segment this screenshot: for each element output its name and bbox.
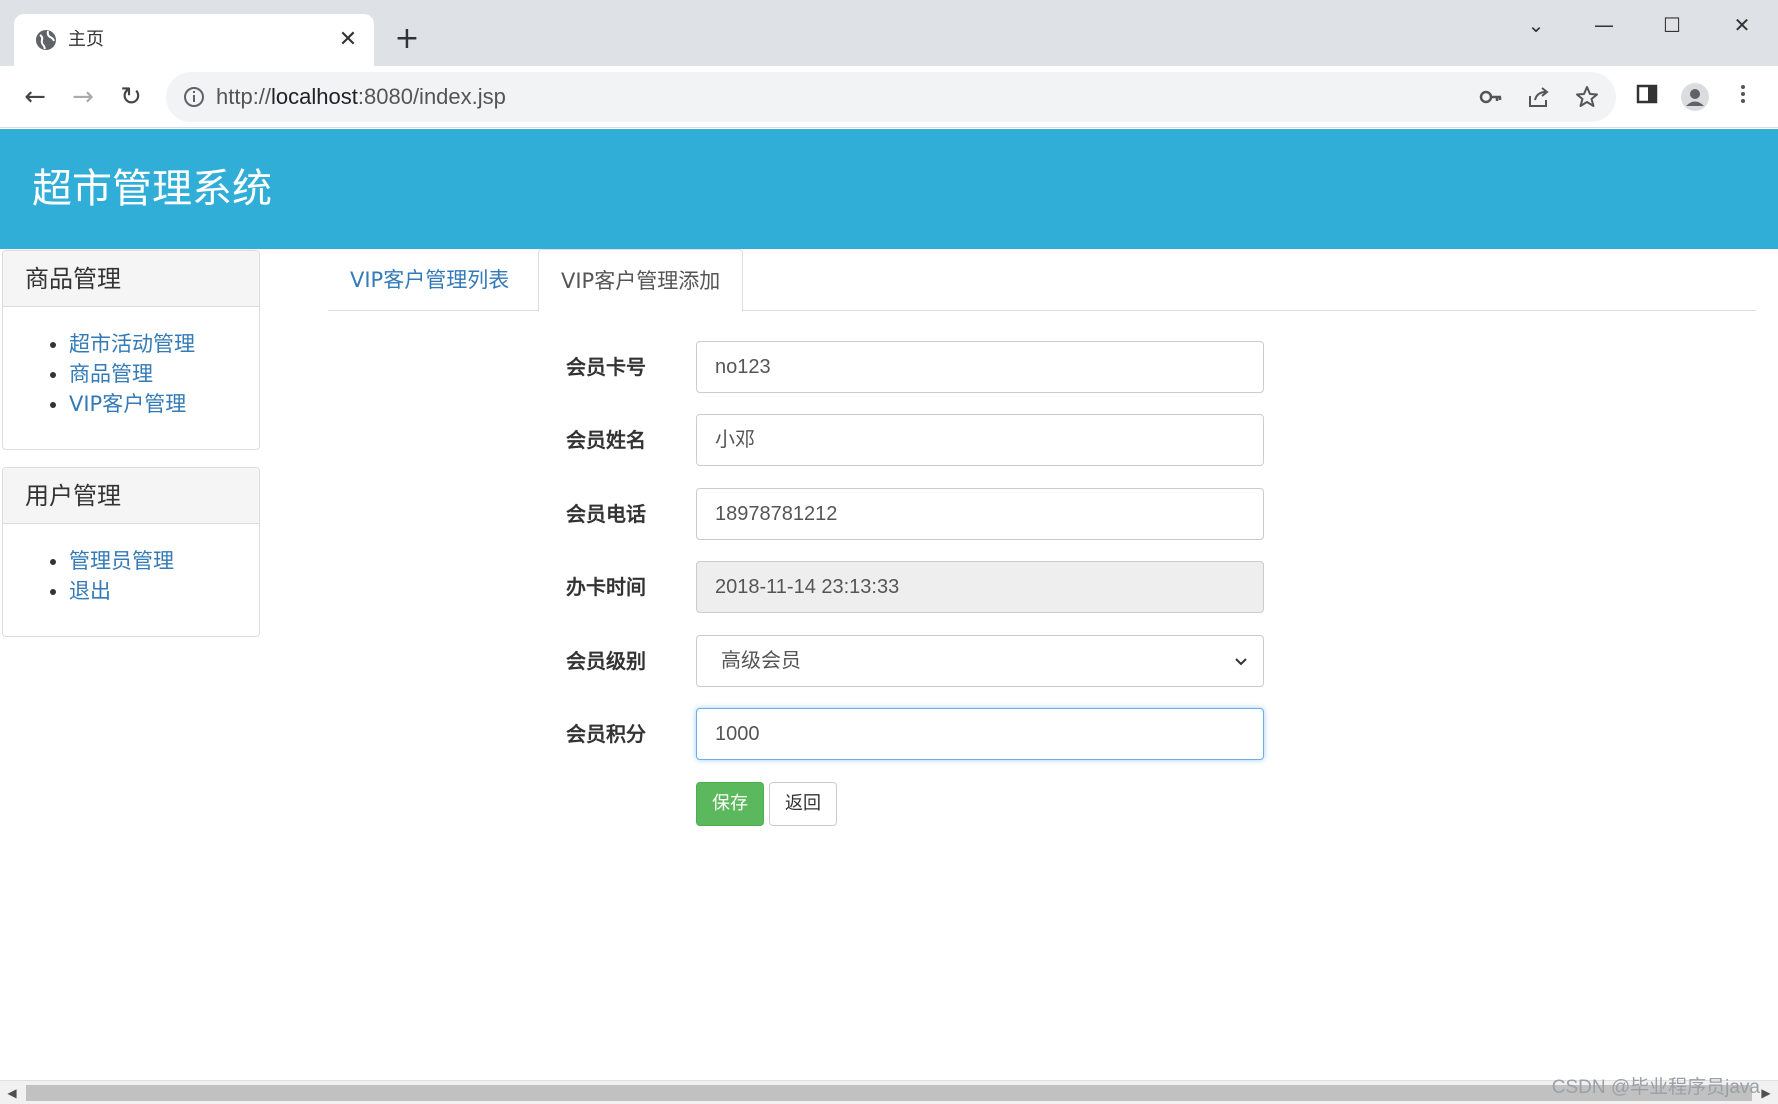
issue-time-input: 2018-11-14 23:13:33 — [696, 561, 1264, 613]
sidebar-link-activities[interactable]: 超市活动管理 — [69, 332, 195, 356]
browser-tab[interactable]: 主页 ✕ — [14, 14, 374, 66]
new-tab-button[interactable]: + — [392, 24, 422, 54]
scrollbar-thumb[interactable] — [26, 1085, 1752, 1101]
panel-heading: 用户管理 — [3, 468, 259, 524]
phone-label: 会员电话 — [566, 502, 646, 526]
name-label: 会员姓名 — [566, 428, 646, 452]
share-icon[interactable] — [1526, 84, 1552, 110]
tab-vip-add[interactable]: VIP客户管理添加 — [538, 249, 744, 312]
form-row-card-no: 会员卡号 no123 — [566, 341, 1266, 393]
back-button[interactable]: 返回 — [769, 782, 837, 826]
url-text: http://localhost:8080/index.jsp — [216, 84, 506, 109]
sidebar-link-goods[interactable]: 商品管理 — [69, 362, 153, 386]
back-icon[interactable]: ← — [18, 80, 52, 114]
minimize-button[interactable]: — — [1584, 10, 1624, 40]
form-row-issue-time: 办卡时间 2018-11-14 23:13:33 — [566, 561, 1266, 613]
browser-titlebar: 主页 ✕ + ⌄ — ☐ ✕ — [0, 0, 1778, 66]
form-row-phone: 会员电话 18978781212 — [566, 488, 1266, 540]
tab-vip-list[interactable]: VIP客户管理列表 — [328, 249, 531, 311]
tab-search-icon[interactable]: ⌄ — [1516, 10, 1556, 40]
horizontal-scrollbar[interactable]: ◀ ▶ — [0, 1080, 1778, 1104]
profile-icon[interactable] — [1680, 82, 1710, 112]
forward-icon[interactable]: → — [66, 80, 100, 114]
name-input[interactable]: 小邓 — [696, 414, 1264, 466]
sidebar-link-admins[interactable]: 管理员管理 — [69, 549, 174, 573]
tab-close-icon[interactable]: ✕ — [336, 28, 360, 52]
list-item: 超市活动管理 — [69, 329, 259, 359]
level-label: 会员级别 — [566, 649, 646, 673]
app-header: 超市管理系统 — [0, 129, 1778, 249]
tab-title: 主页 — [68, 29, 104, 50]
sidebar-link-logout[interactable]: 退出 — [69, 579, 111, 603]
phone-input[interactable]: 18978781212 — [696, 488, 1264, 540]
info-icon[interactable] — [182, 85, 206, 109]
sidebar-panel-goods: 商品管理 超市活动管理 商品管理 VIP客户管理 — [2, 250, 260, 450]
card-no-input[interactable]: no123 — [696, 341, 1264, 393]
points-label: 会员积分 — [566, 722, 646, 746]
reload-icon[interactable]: ↻ — [114, 80, 148, 114]
key-icon[interactable] — [1478, 84, 1504, 110]
points-input[interactable]: 1000 — [696, 708, 1264, 760]
globe-icon — [34, 28, 58, 52]
address-bar[interactable]: http://localhost:8080/index.jsp — [166, 72, 1616, 122]
close-window-button[interactable]: ✕ — [1722, 10, 1762, 40]
sidebar-link-vip[interactable]: VIP客户管理 — [69, 392, 186, 416]
issue-time-label: 办卡时间 — [566, 575, 646, 599]
menu-icon[interactable] — [1728, 82, 1758, 112]
panel-body: 超市活动管理 商品管理 VIP客户管理 — [3, 307, 259, 449]
list-item: 商品管理 — [69, 359, 259, 389]
list-item: 退出 — [69, 576, 259, 606]
app-title: 超市管理系统 — [32, 166, 272, 212]
panel-body: 管理员管理 退出 — [3, 524, 259, 636]
list-item: 管理员管理 — [69, 546, 259, 576]
star-icon[interactable] — [1574, 84, 1600, 110]
list-item: VIP客户管理 — [69, 389, 259, 419]
form-row-name: 会员姓名 小邓 — [566, 414, 1266, 466]
level-selected-value: 高级会员 — [721, 650, 801, 672]
browser-toolbar: ← → ↻ http://localhost:8080/index.jsp — [0, 66, 1778, 128]
maximize-button[interactable]: ☐ — [1652, 10, 1692, 40]
sidepanel-icon[interactable] — [1632, 82, 1662, 112]
scroll-left-icon[interactable]: ◀ — [2, 1083, 22, 1103]
panel-heading: 商品管理 — [3, 251, 259, 307]
level-select[interactable]: 高级会员 — [696, 635, 1264, 687]
sidebar-panel-users: 用户管理 管理员管理 退出 — [2, 467, 260, 637]
save-button[interactable]: 保存 — [696, 782, 764, 826]
form-row-points: 会员积分 1000 — [566, 708, 1266, 760]
card-no-label: 会员卡号 — [566, 355, 646, 379]
watermark: CSDN @毕业程序员java — [1551, 1077, 1760, 1098]
form-row-level: 会员级别 高级会员 — [566, 635, 1266, 687]
chevron-down-icon — [1233, 636, 1249, 686]
content-tabs: VIP客户管理列表 VIP客户管理添加 — [328, 249, 1756, 312]
